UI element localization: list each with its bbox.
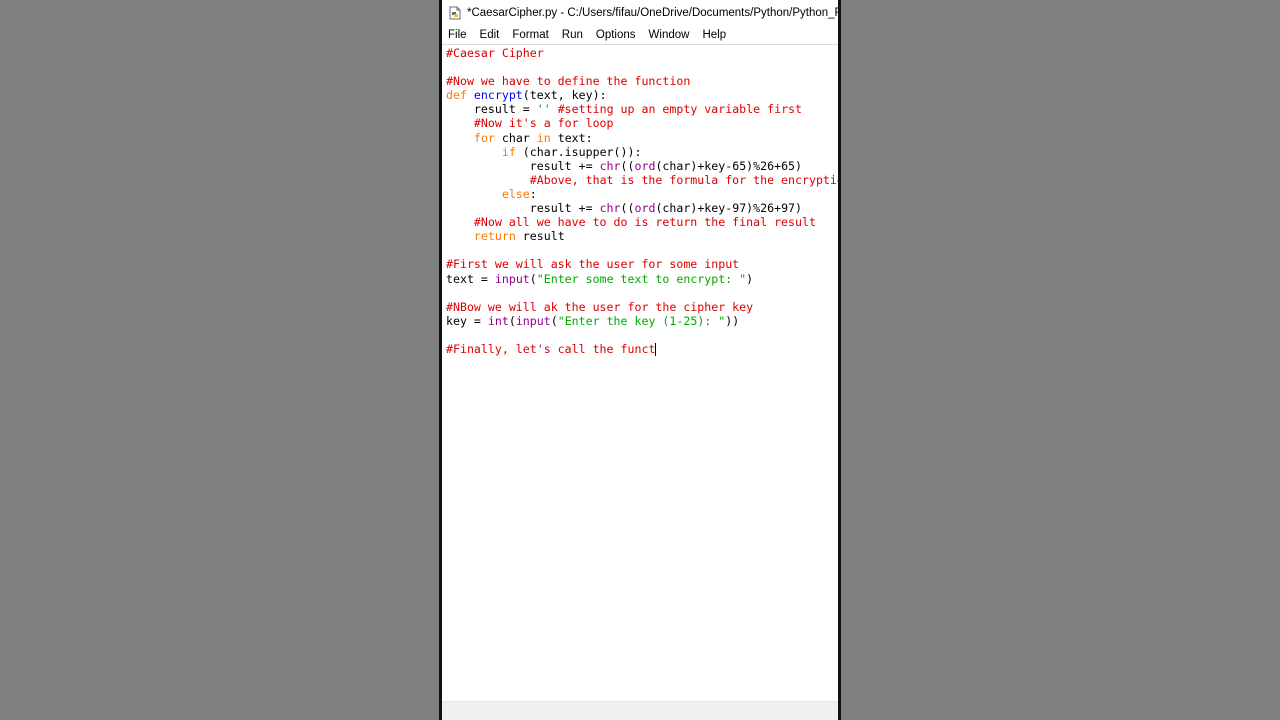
window-title: *CaesarCipher.py - C:/Users/fifau/OneDri… [467,7,838,19]
code-token: )) [725,313,740,328]
code-token: ord [634,158,656,173]
python-file-icon [448,6,462,20]
code-line[interactable]: result = '' #setting up an empty variabl… [446,102,838,116]
code-line[interactable]: else: [446,187,838,201]
text-cursor [655,342,657,356]
code-token: text: [550,130,593,145]
code-token: int [487,313,509,328]
code-token: encrypt [473,88,523,103]
code-token: #Now we have to define the function [446,74,691,89]
code-token: text = [446,271,495,286]
code-token: ( [550,313,558,328]
code-token: ( [529,271,537,286]
code-token: (text, key): [522,88,607,103]
code-token: : [529,186,537,201]
code-token: (char.isupper()): [515,144,642,159]
background-right [841,0,1280,720]
code-line[interactable]: #Caesar Cipher [446,46,838,60]
menu-file[interactable]: File [442,29,474,41]
code-token: ord [634,201,656,216]
code-token: #Finally, let's call the funct [446,341,656,356]
code-line[interactable]: ​ [446,60,838,74]
code-token: #Above, that is the formula for the encr… [529,172,838,187]
window-border-right [838,0,841,720]
code-line[interactable]: return result [446,229,838,243]
idle-editor-window: *CaesarCipher.py - C:/Users/fifau/OneDri… [442,0,838,720]
code-token: #First we will ask the user for some inp… [446,257,740,272]
code-token: (char)+key-97)%26+97) [655,201,803,216]
code-token: (( [620,158,635,173]
code-line[interactable]: #Now all we have to do is return the fin… [446,215,838,229]
menu-edit[interactable]: Edit [474,29,507,41]
code-token: #setting up an empty variable first [557,102,803,117]
code-line[interactable]: #Now we have to define the function [446,74,838,88]
code-line[interactable]: if (char.isupper()): [446,145,838,159]
code-line[interactable]: text = input("Enter some text to encrypt… [446,272,838,286]
code-token: ) [746,271,754,286]
menu-run[interactable]: Run [556,29,590,41]
code-token: return [473,229,516,244]
code-line[interactable]: key = int(input("Enter the key (1-25): "… [446,314,838,328]
code-token: key = [446,313,488,328]
code-token: result += [446,201,600,216]
code-token: in [536,130,551,145]
background-left [0,0,440,720]
code-token: if [501,144,516,159]
code-line[interactable]: #First we will ask the user for some inp… [446,257,838,271]
code-token: #Caesar Cipher [446,46,544,60]
code-token: def [446,88,474,103]
code-token: else [501,186,530,201]
code-token: "Enter some text to encrypt: " [536,271,747,286]
code-token: ( [508,313,516,328]
menu-window[interactable]: Window [643,29,697,41]
menu-help[interactable]: Help [696,29,733,41]
code-line[interactable]: result += chr((ord(char)+key-97)%26+97) [446,201,838,215]
code-token: result [515,229,565,244]
menu-options[interactable]: Options [590,29,643,41]
horizontal-scrollbar[interactable] [442,701,838,720]
code-line[interactable]: #Now it's a for loop [446,116,838,130]
code-line[interactable]: #NBow we will ak the user for the cipher… [446,300,838,314]
code-line[interactable]: #Above, that is the formula for the encr… [446,173,838,187]
code-line[interactable]: #Finally, let's call the funct [446,342,838,356]
code-line[interactable]: def encrypt(text, key): [446,88,838,102]
code-text[interactable]: #Caesar Cipher​#Now we have to define th… [446,46,838,356]
code-token: result = [446,102,537,117]
code-token: #Now it's a for loop [473,116,614,131]
code-line[interactable]: ​ [446,243,838,257]
code-line[interactable]: ​ [446,286,838,300]
code-token: (char)+key-65)%26+65) [655,158,803,173]
code-token: #Now all we have to do is return the fin… [473,215,816,230]
code-line[interactable]: result += chr((ord(char)+key-65)%26+65) [446,159,838,173]
code-token: input [515,313,551,328]
menu-bar: File Edit Format Run Options Window Help [442,26,838,45]
code-token: '' [536,102,551,117]
code-editor[interactable]: #Caesar Cipher​#Now we have to define th… [442,45,838,701]
title-bar[interactable]: *CaesarCipher.py - C:/Users/fifau/OneDri… [442,0,838,26]
code-token: for [473,130,495,145]
menu-format[interactable]: Format [506,29,555,41]
code-token: char [494,130,537,145]
code-token: chr [599,201,621,216]
code-token: result += [446,158,600,173]
code-token: "Enter the key (1-25): " [557,313,726,328]
code-token: input [494,271,530,286]
code-token: (( [620,201,635,216]
code-line[interactable]: ​ [446,328,838,342]
code-token: chr [599,158,621,173]
code-token: #NBow we will ak the user for the cipher… [446,299,754,314]
code-line[interactable]: for char in text: [446,131,838,145]
